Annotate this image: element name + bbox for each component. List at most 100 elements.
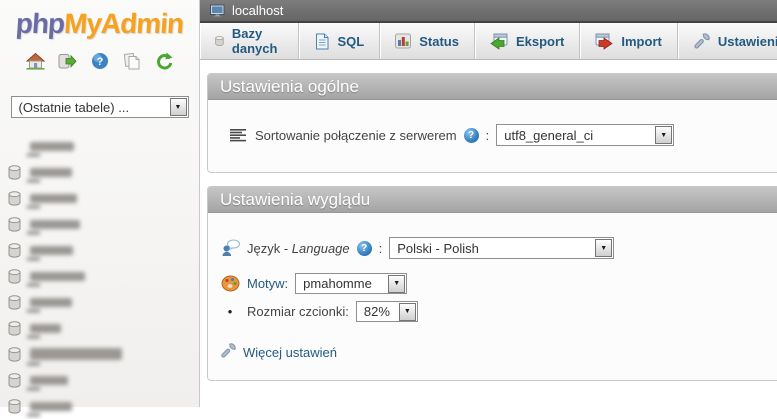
chevron-down-icon[interactable]: ▼	[399, 303, 416, 321]
status-chart-icon	[395, 33, 411, 49]
redacted-db-name	[30, 348, 122, 360]
db-list-item[interactable]	[8, 159, 199, 185]
sidebar: phpMyAdmin ?	[0, 0, 200, 407]
font-size-value: 82%	[357, 304, 397, 319]
collation-select[interactable]: utf8_general_ci ▼	[496, 124, 674, 146]
help-icon[interactable]: ?	[464, 128, 479, 143]
db-list-item[interactable]	[8, 185, 199, 211]
tab-import[interactable]: Import	[580, 23, 677, 59]
wrench-icon	[693, 33, 710, 50]
svg-text:?: ?	[96, 56, 103, 68]
section-title: Ustawienia ogólne	[208, 74, 777, 100]
chevron-down-icon[interactable]: ▼	[170, 98, 187, 116]
tab-label: Ustawienia	[718, 34, 777, 49]
server-host: localhost	[232, 3, 283, 18]
chevron-down-icon[interactable]: ▼	[595, 239, 612, 257]
db-list-item[interactable]	[8, 341, 199, 367]
section-general-settings: Ustawienia ogólne Sortowanie połączenie …	[207, 73, 777, 173]
database-icon	[8, 295, 21, 310]
language-select[interactable]: Polski - Polish ▼	[389, 237, 614, 259]
logo-myadmin: MyAdmin	[63, 8, 184, 39]
db-list-item[interactable]	[8, 237, 199, 263]
redacted-db-name	[30, 220, 80, 229]
server-icon	[210, 4, 225, 18]
separator: :	[379, 241, 383, 256]
database-icon	[8, 347, 21, 362]
home-icon[interactable]	[26, 52, 45, 70]
language-label: Język - Language	[247, 241, 350, 256]
database-icon	[8, 243, 21, 258]
bullet-marker: •	[220, 304, 240, 319]
db-list-item[interactable]	[8, 263, 199, 289]
redacted-db-name	[30, 142, 74, 151]
help-icon[interactable]: ?	[357, 241, 372, 256]
more-settings-link[interactable]: Więcej ustawień	[220, 343, 771, 362]
redacted-db-name	[30, 298, 72, 307]
settings-content: Ustawienia ogólne Sortowanie połączenie …	[200, 60, 777, 381]
refresh-icon[interactable]	[154, 52, 173, 70]
tab-bar: Bazy danych SQL Status	[200, 23, 777, 60]
separator: :	[486, 128, 490, 143]
recent-tables-select[interactable]: (Ostatnie tabele) ... ▼	[11, 96, 189, 118]
collation-row: Sortowanie połączenie z serwerem ? : utf…	[228, 124, 771, 146]
redacted-db-name	[30, 168, 72, 177]
redacted-db-name	[30, 376, 68, 385]
db-list-item[interactable]	[8, 393, 199, 419]
wrench-icon	[220, 343, 236, 362]
tab-label: Bazy danych	[232, 26, 283, 56]
section-title: Ustawienia wyglądu	[208, 187, 777, 213]
redacted-db-name	[30, 402, 72, 411]
logo-php: php	[15, 8, 65, 39]
tab-label: Status	[419, 34, 459, 49]
font-size-select[interactable]: 82% ▼	[356, 301, 418, 322]
database-icon	[8, 399, 21, 414]
logout-icon[interactable]	[58, 52, 77, 70]
recent-tables-value: (Ostatnie tabele) ...	[12, 100, 137, 115]
phpmyadmin-logo[interactable]: phpMyAdmin	[0, 8, 200, 40]
tab-status[interactable]: Status	[380, 23, 475, 59]
database-icon	[215, 33, 224, 49]
language-row: Język - Language ? : Polski - Polish ▼	[220, 237, 771, 259]
tab-label: Import	[621, 34, 661, 49]
help-icon[interactable]: ?	[90, 52, 109, 70]
db-list-item[interactable]	[8, 211, 199, 237]
sidebar-toolbar: ?	[0, 52, 199, 70]
tab-settings[interactable]: Ustawienia	[678, 23, 777, 59]
server-bar: localhost	[200, 0, 777, 23]
tab-label: Eksport	[516, 34, 564, 49]
redacted-db-name	[30, 324, 61, 333]
tab-databases[interactable]: Bazy danych	[200, 23, 299, 59]
font-size-row: • Rozmiar czcionki: 82% ▼	[220, 301, 771, 322]
theme-label[interactable]: Motyw:	[247, 276, 288, 291]
database-icon	[8, 269, 21, 284]
tab-label: SQL	[338, 34, 365, 49]
database-list	[0, 133, 199, 419]
db-list-item[interactable]	[8, 315, 199, 341]
redacted-db-name	[30, 272, 85, 281]
theme-row: Motyw: pmahomme ▼	[220, 273, 771, 294]
db-list-item[interactable]	[8, 289, 199, 315]
language-icon	[220, 239, 240, 257]
docs-icon[interactable]	[122, 52, 141, 70]
font-size-label: Rozmiar czcionki:	[247, 304, 349, 319]
theme-select[interactable]: pmahomme ▼	[295, 273, 407, 294]
database-icon	[8, 191, 21, 206]
collation-label: Sortowanie połączenie z serwerem	[255, 128, 457, 143]
db-list-item[interactable]	[8, 367, 199, 393]
sort-lines-icon	[228, 128, 248, 143]
chevron-down-icon[interactable]: ▼	[655, 126, 672, 144]
palette-icon	[220, 275, 240, 292]
database-icon	[8, 165, 21, 180]
collation-value: utf8_general_ci	[497, 128, 600, 143]
redacted-db-name	[30, 246, 73, 255]
database-icon	[8, 373, 21, 388]
database-icon	[8, 217, 21, 232]
sql-page-icon	[314, 33, 330, 50]
export-icon	[490, 33, 508, 50]
tab-sql[interactable]: SQL	[299, 23, 381, 59]
db-list-item[interactable]	[8, 133, 199, 159]
more-settings-label: Więcej ustawień	[243, 345, 337, 360]
language-value: Polski - Polish	[390, 241, 486, 256]
tab-export[interactable]: Eksport	[475, 23, 580, 59]
chevron-down-icon[interactable]: ▼	[388, 275, 405, 293]
